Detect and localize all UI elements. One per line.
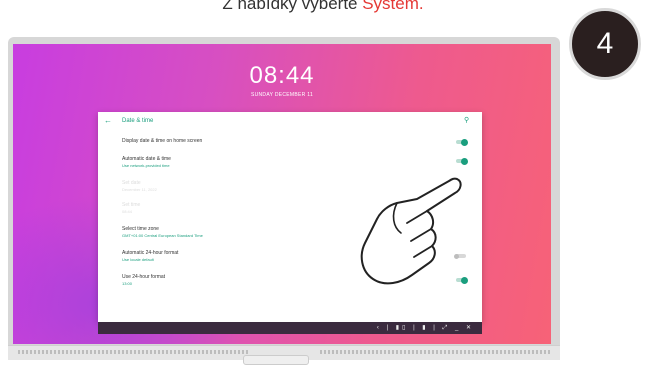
window-controls[interactable]: ‹ | ▮▯ | ▮ | ⤢ _ ✕ [377,324,474,332]
setting-title: Display date & time on home screen [122,138,203,144]
step-number-badge: 4 [569,8,641,80]
caption-prefix: Z nabídky vyberte [222,0,363,13]
setting-title: Automatic date & time [122,156,171,162]
toggle-display-date-time[interactable] [456,138,468,146]
front-ports-panel [243,355,309,365]
back-arrow-icon[interactable]: ← [104,116,112,125]
setting-display-date-time[interactable]: Display date & time on home screen [122,138,462,144]
clock-date: SUNDAY DECEMBER 11 [250,92,314,98]
display-screen: 08:44 SUNDAY DECEMBER 11 ← Date & time ⚲… [13,44,551,344]
search-icon[interactable]: ⚲ [464,116,469,124]
pointing-hand-icon [360,177,462,285]
setting-subtitle: Use network-provided time [122,163,170,168]
toggle-knob [461,138,468,146]
window-title: Date & time [122,118,154,124]
speaker-grille-left [18,350,248,354]
toggle-knob [461,157,468,165]
app-bar: ← Date & time ⚲ [98,112,482,132]
instruction-caption: Z nabídky vyberte Systém. [0,0,646,14]
caption-highlight: Systém. [362,0,424,13]
clock-time: 08:44 [249,62,315,89]
speaker-grille-right [320,350,550,354]
window-taskbar: ‹ | ▮▯ | ▮ | ⤢ _ ✕ [98,322,482,334]
toggle-automatic-date-time[interactable] [456,157,468,165]
setting-automatic-date-time[interactable]: Automatic date & time Use network-provid… [122,156,462,168]
